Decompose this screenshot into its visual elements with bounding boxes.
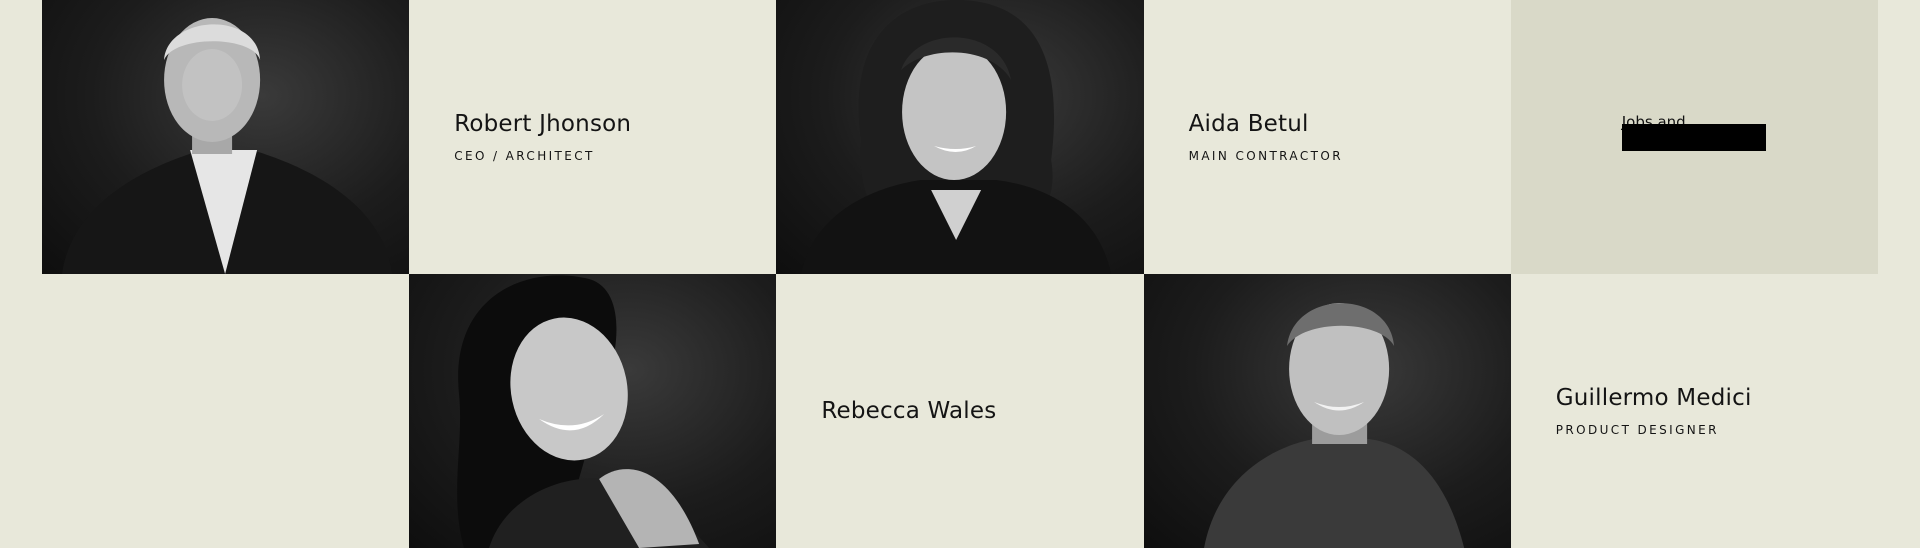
redaction-bar: [1621, 124, 1766, 151]
member-name: Guillermo Medici: [1555, 385, 1752, 411]
team-grid: Robert Jhonson CEO / ARCHITECT Aida Betu…: [42, 0, 1878, 548]
member-role: MAIN CONTRACTOR: [1188, 149, 1343, 163]
member-name: Aida Betul: [1188, 111, 1309, 137]
member-info-robert: Robert Jhonson CEO / ARCHITECT: [409, 0, 776, 274]
member-name: Rebecca Wales: [821, 398, 997, 424]
member-photo-guillermo: [1143, 274, 1511, 548]
member-role: CEO / ARCHITECT: [454, 149, 595, 163]
member-role: PRODUCT DESIGNER: [1555, 423, 1719, 437]
member-name: Robert Jhonson: [454, 111, 632, 137]
member-info-rebecca: Rebecca Wales: [776, 274, 1143, 548]
member-photo-rebecca: [409, 274, 777, 548]
jobs-cta[interactable]: Jobs and internships: [1621, 112, 1772, 152]
member-photo-aida: [776, 0, 1144, 274]
jobs-cta-card[interactable]: Jobs and internships: [1510, 0, 1878, 274]
member-photo-robert: [42, 0, 410, 274]
member-info-guillermo: Guillermo Medici PRODUCT DESIGNER: [1511, 274, 1878, 548]
member-info-aida: Aida Betul MAIN CONTRACTOR: [1144, 0, 1511, 274]
empty-cell: [42, 274, 409, 548]
